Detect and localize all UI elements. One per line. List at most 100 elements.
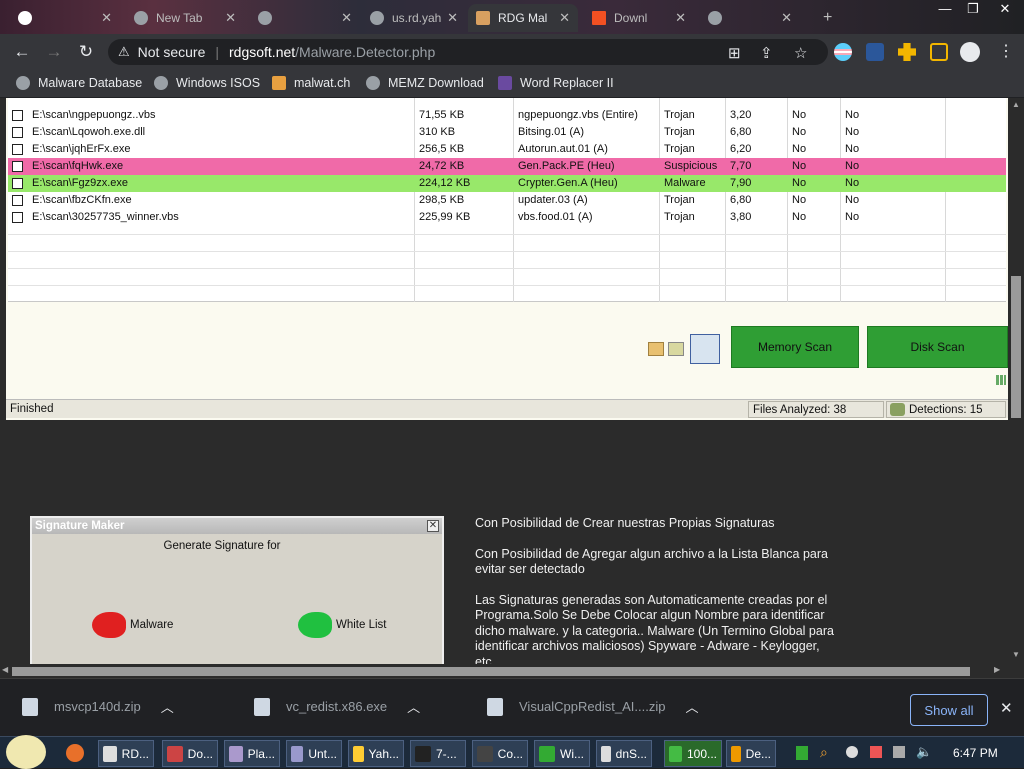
minimize-icon[interactable]: —: [930, 0, 960, 20]
row-checkbox[interactable]: [12, 161, 23, 172]
scroll-left-icon[interactable]: ◀: [2, 665, 8, 674]
chevron-up-icon[interactable]: ︿: [407, 697, 420, 716]
table-row[interactable]: E:\scan\fbzCKfn.exe 298,5 KB updater.03 (A…: [8, 192, 1006, 209]
taskbar-item[interactable]: Wi...: [534, 740, 590, 767]
tab-yahoo[interactable]: us.rd.yah ✕: [362, 4, 466, 32]
download-item[interactable]: msvcp140d.zip ︿: [22, 697, 174, 716]
disk-scan-button[interactable]: Disk Scan: [867, 326, 1008, 368]
chevron-up-icon[interactable]: ︿: [161, 697, 174, 716]
tab-rdg-malware[interactable]: RDG Mal ✕: [468, 4, 578, 32]
row-checkbox[interactable]: [12, 127, 23, 138]
translate-icon[interactable]: ⊞: [728, 44, 741, 62]
extensions-puzzle-icon[interactable]: [898, 43, 916, 61]
tab-new-tab[interactable]: New Tab ✕: [126, 4, 244, 32]
taskbar-item[interactable]: Yah...: [348, 740, 404, 767]
tab-7[interactable]: ✕: [700, 4, 800, 32]
malware-signature-option[interactable]: Malware: [92, 612, 173, 638]
bookmark-star-icon[interactable]: ☆: [794, 44, 807, 62]
url-host[interactable]: rdgsoft.net: [229, 44, 295, 60]
close-shelf-icon[interactable]: ✕: [1000, 699, 1013, 717]
taskbar-item[interactable]: dnS...: [596, 740, 652, 767]
scroll-right-icon[interactable]: ▶: [994, 665, 1000, 674]
share-icon[interactable]: ⇪: [760, 44, 773, 62]
bookmark-windows-isos[interactable]: Windows ISOS: [154, 76, 260, 90]
scroll-up-icon[interactable]: ▲: [1012, 100, 1020, 109]
show-all-button[interactable]: Show all: [910, 694, 988, 726]
search-icon[interactable]: ⌕: [820, 744, 828, 761]
memory-scan-button[interactable]: Memory Scan: [731, 326, 859, 368]
download-item[interactable]: vc_redist.x86.exe ︿: [254, 697, 420, 716]
cell-score: 3,80: [730, 211, 752, 223]
checklist-icon[interactable]: [668, 342, 684, 356]
taskbar-item[interactable]: 100...: [664, 740, 722, 767]
taskbar-item[interactable]: RD...: [98, 740, 154, 767]
taskbar-item[interactable]: De...: [726, 740, 776, 767]
firefox-icon[interactable]: [66, 744, 84, 762]
taskbar-item[interactable]: Do...: [162, 740, 218, 767]
download-item[interactable]: VisualCppRedist_AI....zip ︿: [487, 697, 698, 716]
row-checkbox[interactable]: [12, 144, 23, 155]
row-checkbox[interactable]: [12, 178, 23, 189]
maximize-icon[interactable]: ❐: [958, 0, 988, 20]
tray-app-icon[interactable]: [796, 746, 808, 760]
close-icon[interactable]: ✕: [341, 10, 352, 26]
reload-icon[interactable]: ↻: [70, 42, 102, 62]
side-panel-icon[interactable]: [930, 43, 948, 61]
bookmark-malwatch[interactable]: malwat.ch: [272, 76, 350, 90]
table-row[interactable]: E:\scan\Lqowoh.exe.dll 310 KB Bitsing.01 (…: [8, 124, 1006, 141]
new-tab-button[interactable]: +: [815, 4, 839, 32]
close-icon[interactable]: ✕: [675, 10, 686, 26]
close-icon[interactable]: ✕: [447, 10, 458, 26]
scrollbar-thumb[interactable]: [12, 667, 970, 676]
horizontal-scrollbar[interactable]: ◀ ▶: [0, 664, 1024, 678]
url-path[interactable]: /Malware.Detector.php: [295, 44, 435, 60]
scrollbar-thumb[interactable]: [1011, 276, 1021, 418]
row-checkbox[interactable]: [12, 110, 23, 121]
bookmark-malware-database[interactable]: Malware Database: [16, 76, 142, 90]
table-row[interactable]: E:\scan\fqHwk.exe 24,72 KB Gen.Pack.PE (He…: [8, 158, 1006, 175]
tab-1[interactable]: ✕: [10, 4, 120, 32]
row-checkbox[interactable]: [12, 212, 23, 223]
close-icon[interactable]: ✕: [225, 10, 236, 26]
taskbar-item[interactable]: Unt...: [286, 740, 342, 767]
close-icon[interactable]: ✕: [427, 520, 439, 532]
address-bar[interactable]: ⚠ Not secure | rdgsoft.net/Malware.Detec…: [108, 39, 828, 65]
close-icon[interactable]: ✕: [101, 10, 112, 26]
taskbar-item[interactable]: Pla...: [224, 740, 280, 767]
tray-icon[interactable]: [846, 746, 858, 758]
security-tray-icon[interactable]: [870, 746, 882, 758]
network-icon[interactable]: [893, 746, 905, 758]
bookmark-word-replacer[interactable]: Word Replacer II: [498, 76, 614, 90]
tab-3[interactable]: ✕: [250, 4, 360, 32]
extension-flag-icon[interactable]: [834, 43, 852, 61]
settings-window-icon[interactable]: [690, 334, 720, 364]
taskbar-item[interactable]: Co...: [472, 740, 528, 767]
table-row[interactable]: E:\scan\jqhErFx.exe 256,5 KB Autorun.aut.0…: [8, 141, 1006, 158]
back-icon[interactable]: ←: [6, 42, 38, 62]
envelope-icon[interactable]: [648, 342, 664, 356]
volume-icon[interactable]: 🔈: [916, 744, 932, 760]
warning-icon[interactable]: ⚠: [118, 44, 130, 60]
window-close-icon[interactable]: ✕: [990, 0, 1020, 20]
vertical-scrollbar[interactable]: ▲ ▼: [1008, 98, 1024, 664]
table-row[interactable]: E:\scan\ngpepuongz..vbs 71,55 KB ngpepuong…: [8, 107, 1006, 124]
word-extension-icon[interactable]: [866, 43, 884, 61]
clock[interactable]: 6:47 PM: [953, 746, 998, 760]
start-button[interactable]: [6, 735, 46, 769]
security-label[interactable]: Not secure: [138, 44, 206, 60]
menu-kebab-icon[interactable]: ⋮: [998, 41, 1014, 61]
table-row[interactable]: E:\scan\30257735_winner.vbs 225,99 KB vbs.…: [8, 209, 1006, 226]
close-icon[interactable]: ✕: [559, 10, 570, 26]
tab-downloads[interactable]: Downl ✕: [584, 4, 694, 32]
whitelist-signature-option[interactable]: White List: [298, 612, 387, 638]
close-icon[interactable]: ✕: [781, 10, 792, 26]
forward-icon[interactable]: →: [38, 42, 70, 62]
profile-avatar-icon[interactable]: [960, 42, 980, 62]
table-row[interactable]: E:\scan\Fgz9zx.exe 224,12 KB Crypter.Gen.A…: [8, 175, 1006, 192]
scroll-down-icon[interactable]: ▼: [1012, 650, 1020, 659]
taskbar-item[interactable]: 7-...: [410, 740, 466, 767]
resize-grip-icon[interactable]: [996, 375, 1006, 385]
row-checkbox[interactable]: [12, 195, 23, 206]
bookmark-memz-download[interactable]: MEMZ Download: [366, 76, 484, 90]
chevron-up-icon[interactable]: ︿: [685, 697, 698, 716]
